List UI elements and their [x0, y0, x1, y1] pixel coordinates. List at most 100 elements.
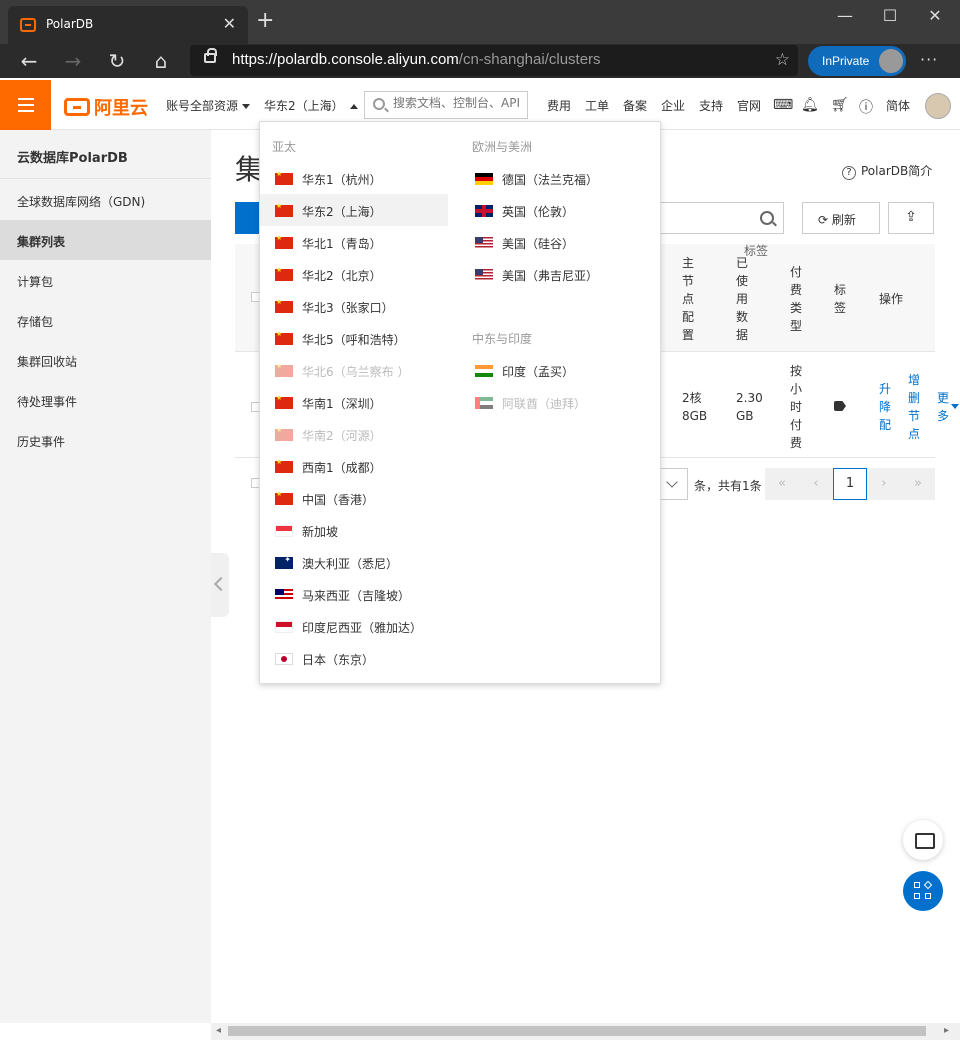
favorite-star-icon[interactable]: ☆ — [775, 50, 790, 70]
menu-hamburger-button[interactable] — [0, 80, 51, 130]
region-option[interactable]: 华东1（杭州） — [260, 162, 448, 194]
region-option[interactable]: 华北3（张家口） — [260, 290, 448, 322]
language-selector[interactable]: 简体 — [886, 97, 910, 114]
more-menu-icon[interactable]: ··· — [920, 50, 938, 69]
china-flag-icon — [275, 394, 293, 409]
url-text: https://polardb.console.aliyun.com/cn-sh… — [232, 51, 601, 68]
region-option[interactable]: 中国（香港） — [260, 482, 448, 514]
cell-billing-type: 按小时付费 — [790, 364, 803, 450]
chat-float-button[interactable] — [903, 820, 943, 860]
refresh-button[interactable]: ⟳ 刷新 — [802, 202, 880, 234]
export-button[interactable]: ⇪ — [888, 202, 934, 234]
nav-link-support[interactable]: 支持 — [699, 97, 723, 114]
region-option[interactable]: 马来西亚（吉隆坡） — [260, 578, 448, 610]
scroll-right-icon[interactable]: ▸ — [944, 1025, 949, 1036]
column-header-billing: 付费类型 — [790, 265, 803, 333]
malaysia-flag-icon — [275, 589, 293, 601]
tab-title: PolarDB — [46, 17, 94, 31]
region-dropdown: 亚太 欧洲与美洲 中东与印度 华东1（杭州） 华东2（上海） 华北1（青岛） 华… — [259, 121, 661, 684]
console-search-input[interactable] — [393, 96, 523, 110]
aliyun-favicon-icon — [20, 18, 36, 32]
region-option[interactable]: 澳大利亚（悉尼） — [260, 546, 448, 578]
resource-scope-selector[interactable]: 账号全部资源 — [166, 97, 251, 114]
region-option[interactable]: 华北1（青岛） — [260, 226, 448, 258]
page-size-select[interactable] — [660, 468, 688, 500]
browser-tab[interactable]: PolarDB ✕ — [8, 6, 248, 44]
console-search[interactable] — [364, 91, 528, 119]
search-icon[interactable] — [760, 211, 774, 225]
aliyun-logo[interactable]: 阿里云 — [64, 94, 148, 120]
region-option[interactable]: 华北5（呼和浩特） — [260, 322, 448, 354]
profile-avatar-icon — [879, 49, 903, 73]
sidebar-collapse-handle[interactable] — [211, 553, 229, 617]
minimize-icon[interactable]: — — [830, 6, 860, 25]
sidebar-item-storage-package[interactable]: 存储包 — [0, 300, 211, 340]
notification-bell-icon[interactable]: 🔔︎ — [801, 97, 819, 113]
search-icon — [373, 98, 385, 110]
group-title-asia-pacific: 亚太 — [272, 140, 297, 154]
action-more-link[interactable]: 更多 — [937, 389, 951, 425]
china-flag-icon — [275, 458, 293, 473]
url-field[interactable]: https://polardb.console.aliyun.com/cn-sh… — [190, 45, 798, 76]
column-header-used-data: 已使用数据 — [736, 256, 749, 342]
next-page-icon[interactable]: › — [867, 468, 901, 500]
scroll-left-icon[interactable]: ◂ — [216, 1025, 221, 1036]
page-1-button[interactable]: 1 — [833, 468, 867, 500]
scrollbar-thumb[interactable] — [228, 1026, 926, 1036]
home-icon[interactable]: ⌂ — [147, 49, 175, 73]
nav-link-fees[interactable]: 费用 — [547, 97, 571, 114]
first-page-icon[interactable]: « — [765, 468, 799, 500]
region-option[interactable]: 华南1（深圳） — [260, 386, 448, 418]
sidebar-item-recycle-bin[interactable]: 集群回收站 — [0, 340, 211, 380]
nav-link-enterprise[interactable]: 企业 — [661, 97, 685, 114]
china-flag-icon — [275, 426, 293, 441]
region-selector[interactable]: 华东2（上海） — [264, 97, 358, 114]
sidebar-item-history-events[interactable]: 历史事件 — [0, 420, 211, 460]
region-option[interactable]: 西南1（成都） — [260, 450, 448, 482]
prev-page-icon[interactable]: ‹ — [799, 468, 833, 500]
polardb-intro-link[interactable]: ? PolarDB简介 — [842, 162, 932, 180]
back-icon[interactable]: ← — [15, 49, 43, 73]
forward-icon[interactable]: → — [59, 49, 87, 73]
user-avatar[interactable] — [925, 93, 951, 119]
action-resize-link[interactable]: 升降配 — [879, 380, 893, 434]
region-option[interactable]: 新加坡 — [260, 514, 448, 546]
help-icon[interactable]: ⓘ — [859, 97, 873, 117]
sidebar-item-gdn[interactable]: 全球数据库网络（GDN) — [0, 180, 211, 220]
region-option[interactable]: 印度尼西亚（雅加达） — [260, 610, 448, 642]
region-option-disabled: 华南2（河源） — [260, 418, 448, 450]
terminal-icon[interactable]: ⌨ — [773, 97, 793, 113]
region-option[interactable]: 美国（硅谷） — [460, 226, 648, 258]
region-option[interactable]: 日本（东京） — [260, 642, 448, 674]
group-title-europe-americas: 欧洲与美洲 — [472, 140, 533, 154]
close-tab-icon[interactable]: ✕ — [223, 14, 236, 33]
cluster-search-input[interactable] — [660, 202, 784, 234]
action-nodes-link[interactable]: 增删节点 — [908, 371, 922, 443]
last-page-icon[interactable]: » — [901, 468, 935, 500]
reload-icon[interactable]: ↻ — [103, 49, 131, 73]
region-option-disabled: 华北6（乌兰察布 ） — [260, 354, 448, 386]
nav-link-official-site[interactable]: 官网 — [737, 97, 761, 114]
nav-link-icp[interactable]: 备案 — [623, 97, 647, 114]
column-header-actions: 操作 — [879, 292, 904, 306]
sidebar-item-pending-events[interactable]: 待处理事件 — [0, 380, 211, 420]
sidebar-item-cluster-list[interactable]: 集群列表 — [0, 220, 211, 260]
cart-icon[interactable]: 🛒︎ — [831, 97, 849, 113]
region-option[interactable]: 印度（孟买） — [460, 354, 648, 386]
inprivate-button[interactable]: InPrivate — [808, 46, 906, 76]
china-flag-icon — [275, 490, 293, 505]
region-option[interactable]: 华北2（北京） — [260, 258, 448, 290]
region-option-selected[interactable]: 华东2（上海） — [260, 194, 448, 226]
region-option[interactable]: 德国（法兰克福） — [460, 162, 648, 194]
sidebar-item-compute-package[interactable]: 计算包 — [0, 260, 211, 300]
new-tab-icon[interactable]: + — [256, 10, 274, 32]
question-icon: ? — [842, 166, 856, 180]
close-window-icon[interactable]: ✕ — [920, 6, 950, 25]
maximize-icon[interactable]: ☐ — [875, 6, 905, 25]
browser-tab-bar: PolarDB ✕ + — ☐ ✕ — [0, 0, 960, 44]
apps-float-button[interactable] — [903, 871, 943, 911]
region-option[interactable]: 美国（弗吉尼亚） — [460, 258, 648, 290]
more-caret-icon[interactable] — [951, 404, 959, 409]
region-option[interactable]: 英国（伦敦） — [460, 194, 648, 226]
nav-link-tickets[interactable]: 工单 — [585, 97, 609, 114]
